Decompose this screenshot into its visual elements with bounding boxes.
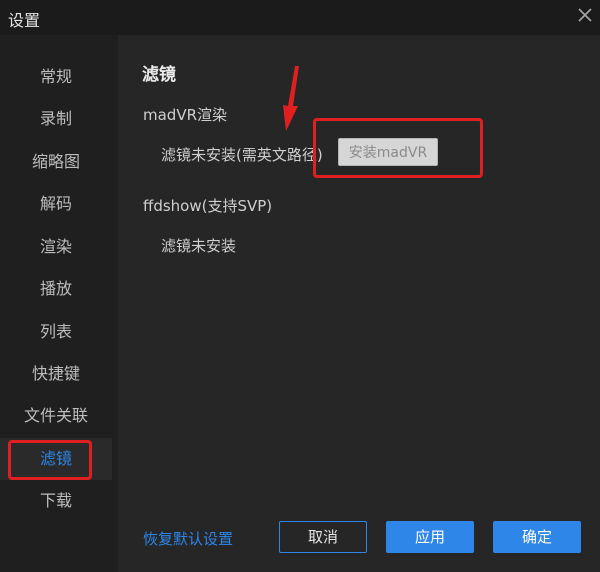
arrow-icon	[283, 66, 299, 131]
ok-button[interactable]: 确定	[493, 521, 581, 553]
cancel-button[interactable]: 取消	[279, 521, 367, 553]
restore-defaults-link[interactable]: 恢复默认设置	[143, 528, 233, 549]
apply-button[interactable]: 应用	[386, 521, 474, 553]
